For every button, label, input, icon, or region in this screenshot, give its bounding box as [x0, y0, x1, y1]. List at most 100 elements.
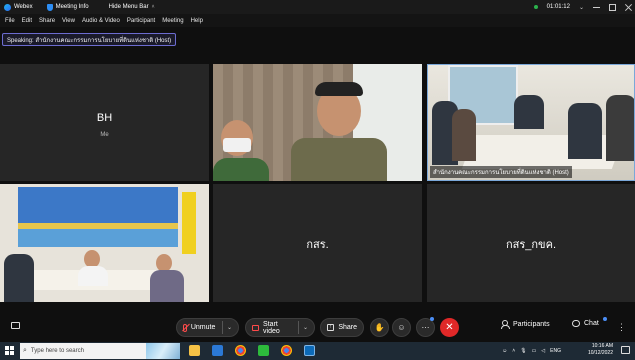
- webex-taskbar-icon[interactable]: [304, 345, 315, 356]
- hand-icon: ✋: [374, 323, 385, 332]
- participant-name: กสร_กขค.: [506, 239, 556, 251]
- menu-participant[interactable]: Participant: [127, 18, 155, 24]
- participant-name: กสร.: [306, 239, 329, 251]
- menu-help[interactable]: Help: [191, 18, 203, 24]
- search-highlight-image: [146, 343, 180, 359]
- camera-off-icon: [252, 324, 260, 331]
- notification-dot: [603, 317, 607, 321]
- search-icon: ⌕: [23, 347, 27, 354]
- chrome-profile-icon[interactable]: [281, 345, 292, 356]
- speaking-indicator: Speaking: สำนักงานคณะกรรมการนโยบายที่ดิน…: [2, 33, 177, 46]
- chat-button[interactable]: Chat: [572, 320, 599, 327]
- face-mask: [223, 138, 251, 152]
- video-tile-participant-4[interactable]: [0, 184, 209, 302]
- meeting-timer: 01:01:12: [546, 4, 570, 10]
- video-tile-participant-6[interactable]: กสร_กขค.: [427, 184, 635, 302]
- taskbar-clock[interactable]: 10:16 AM 10/12/2022: [588, 343, 613, 357]
- reactions-button[interactable]: ☺: [392, 318, 411, 337]
- video-tile-participant-2[interactable]: [213, 64, 422, 181]
- captions-icon[interactable]: [11, 322, 20, 329]
- video-tile-self[interactable]: BH Me: [0, 64, 209, 181]
- line-app-icon[interactable]: [258, 345, 269, 356]
- share-label: Share: [338, 324, 357, 331]
- volume-icon[interactable]: ◁: [541, 348, 545, 354]
- video-tile-participant-5[interactable]: กสร.: [213, 184, 422, 302]
- shield-icon: [46, 3, 53, 11]
- clock-date: 10/12/2022: [587, 350, 613, 356]
- people-icon: [501, 320, 510, 329]
- leave-meeting-button[interactable]: ✕: [440, 318, 459, 337]
- notification-dot: [430, 317, 434, 321]
- close-icon: ✕: [445, 322, 454, 333]
- hair: [315, 82, 363, 96]
- menu-bar: File Edit Share View Audio & Video Parti…: [0, 14, 635, 27]
- notification-center-icon[interactable]: [621, 346, 630, 354]
- meeting-info-label: Meeting Info: [55, 4, 89, 10]
- person-body: [514, 95, 544, 129]
- mic-muted-icon: [183, 323, 187, 332]
- more-icon: ⋯: [421, 323, 430, 332]
- person-body: [78, 266, 108, 286]
- video-background: [182, 192, 196, 254]
- taskbar-search-input[interactable]: ⌕ Type here to search: [20, 343, 180, 359]
- video-tile-host[interactable]: สำนักงานคณะกรรมการนโยบายที่ดินแห่งชาติ (…: [427, 64, 635, 181]
- unmute-label: Unmute: [190, 324, 216, 331]
- divider: [222, 321, 223, 334]
- network-icon[interactable]: ▭: [532, 348, 537, 354]
- unmute-button[interactable]: Unmute ⌄: [176, 318, 239, 337]
- smiley-icon: ☺: [397, 323, 406, 332]
- app-name: Webex: [14, 4, 33, 10]
- person-body: [452, 109, 476, 161]
- close-window-button[interactable]: [625, 4, 632, 11]
- chrome-icon[interactable]: [235, 345, 246, 356]
- hide-menu-bar-label: Hide Menu Bar: [108, 4, 149, 10]
- menu-meeting[interactable]: Meeting: [162, 18, 183, 24]
- self-initials: BH: [96, 112, 113, 124]
- person-icon[interactable]: ☺: [502, 348, 507, 354]
- chevron-up-icon: ˄: [151, 4, 155, 10]
- language-indicator[interactable]: ENG: [550, 348, 561, 354]
- host-name-caption: สำนักงานคณะกรรมการนโยบายที่ดินแห่งชาติ (…: [430, 166, 572, 178]
- video-background: [18, 187, 178, 247]
- connection-status-icon: [533, 5, 538, 9]
- more-vertical-icon[interactable]: ⋮: [617, 322, 626, 333]
- share-icon: ↑: [327, 324, 335, 331]
- menu-share[interactable]: Share: [39, 18, 55, 24]
- system-tray: ☺ ˄ 🎙 ▭ ◁ ENG: [502, 342, 561, 360]
- hide-menu-bar-button[interactable]: Hide Menu Bar ˄: [109, 4, 155, 10]
- person-body: [150, 270, 184, 302]
- chevron-down-icon[interactable]: ⌄: [227, 324, 232, 331]
- person-body: [213, 158, 269, 181]
- person-body: [568, 103, 602, 159]
- participants-label: Participants: [513, 320, 550, 328]
- app-title: Webex: [4, 3, 33, 11]
- minimize-button[interactable]: [593, 4, 600, 11]
- raise-hand-button[interactable]: ✋: [370, 318, 389, 337]
- menu-edit[interactable]: Edit: [22, 18, 32, 24]
- search-placeholder: Type here to search: [30, 348, 84, 354]
- start-video-button[interactable]: Start video ⌄: [245, 318, 315, 337]
- meeting-info-button[interactable]: Meeting Info: [46, 3, 89, 11]
- chevron-down-icon[interactable]: ⌄: [303, 324, 308, 331]
- menu-audio-video[interactable]: Audio & Video: [82, 18, 120, 24]
- clock-time: 10:16 AM: [591, 343, 613, 349]
- person-body: [291, 138, 387, 181]
- menu-view[interactable]: View: [62, 18, 75, 24]
- windows-start-icon[interactable]: [5, 346, 14, 355]
- chevron-up-icon[interactable]: ˄: [512, 348, 515, 354]
- chevron-down-icon[interactable]: ⌄: [579, 4, 584, 11]
- chat-icon: [572, 320, 580, 327]
- chat-label: Chat: [584, 320, 599, 327]
- person-body: [606, 95, 634, 161]
- share-button[interactable]: ↑ Share: [320, 318, 364, 337]
- divider: [298, 321, 299, 334]
- menu-file[interactable]: File: [5, 18, 15, 24]
- microphone-icon[interactable]: 🎙: [520, 348, 526, 354]
- participants-button[interactable]: Participants: [501, 320, 550, 329]
- maximize-button[interactable]: [609, 3, 616, 11]
- start-video-label: Start video: [263, 320, 280, 335]
- file-explorer-icon[interactable]: [189, 345, 200, 356]
- person-body: [4, 254, 34, 302]
- mail-icon[interactable]: [212, 345, 223, 356]
- self-label: Me: [100, 132, 109, 138]
